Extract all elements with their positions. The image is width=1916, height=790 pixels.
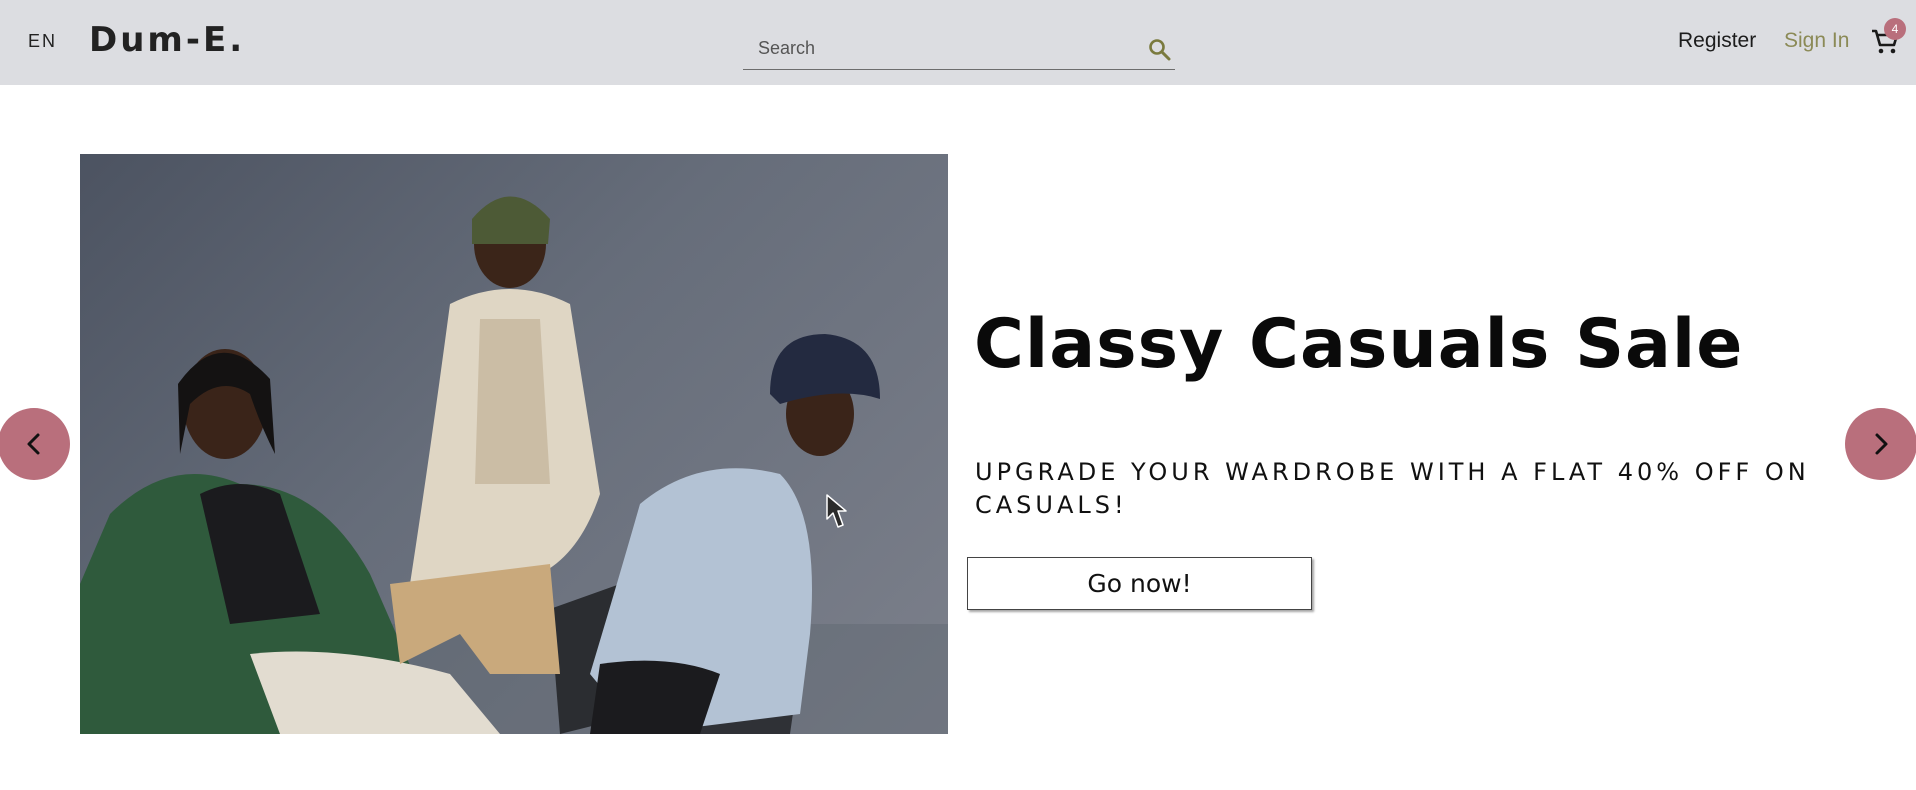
carousel-next-button[interactable] <box>1845 408 1916 480</box>
carousel-prev-button[interactable] <box>0 408 70 480</box>
search-input[interactable] <box>758 34 1138 62</box>
register-link[interactable]: Register <box>1678 29 1756 53</box>
chevron-left-icon <box>27 433 40 455</box>
cart-count-badge: 4 <box>1884 18 1906 40</box>
search-bar <box>743 30 1175 70</box>
top-navbar: EN Dum-E. Register Sign In 4 <box>0 0 1916 85</box>
chevron-right-icon <box>1875 433 1888 455</box>
search-icon[interactable] <box>1147 37 1173 63</box>
go-now-button[interactable]: Go now! <box>967 557 1312 610</box>
hero-subtitle: UPGRADE YOUR WARDROBE WITH A FLAT 40% OF… <box>975 458 1810 519</box>
sign-in-link[interactable]: Sign In <box>1784 29 1849 53</box>
brand-logo[interactable]: Dum-E. <box>89 20 245 60</box>
hero-image <box>80 154 948 734</box>
language-selector[interactable]: EN <box>28 31 57 52</box>
hero-title: Classy Casuals Sale <box>974 305 1744 384</box>
